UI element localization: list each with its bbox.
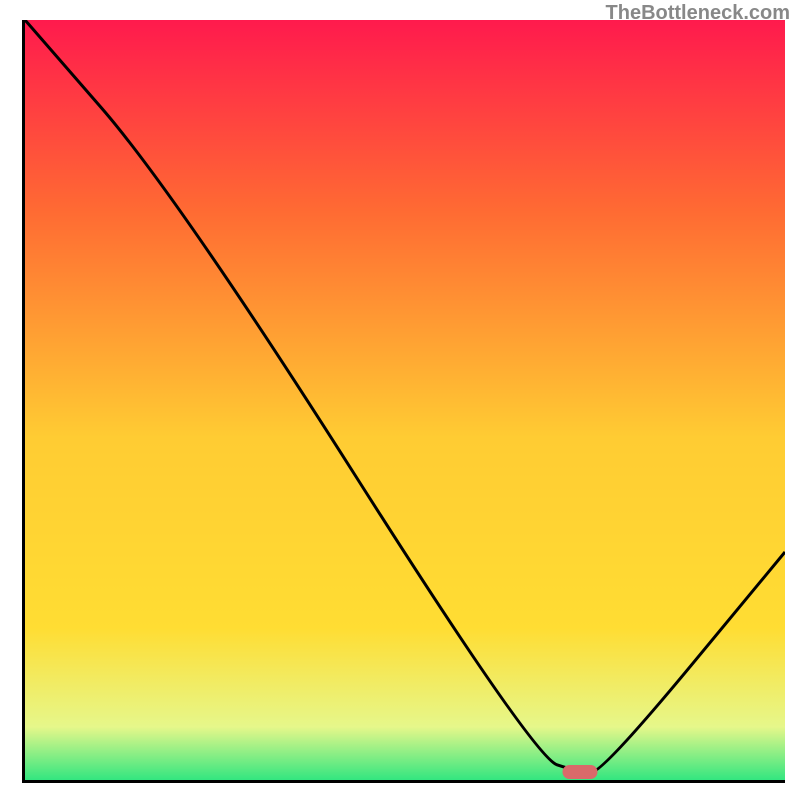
marker-pill <box>562 765 597 779</box>
chart-container: TheBottleneck.com <box>0 0 800 800</box>
chart-svg <box>25 20 785 780</box>
watermark-text: TheBottleneck.com <box>606 2 790 25</box>
gradient-background <box>25 20 785 780</box>
plot-area <box>22 20 785 783</box>
